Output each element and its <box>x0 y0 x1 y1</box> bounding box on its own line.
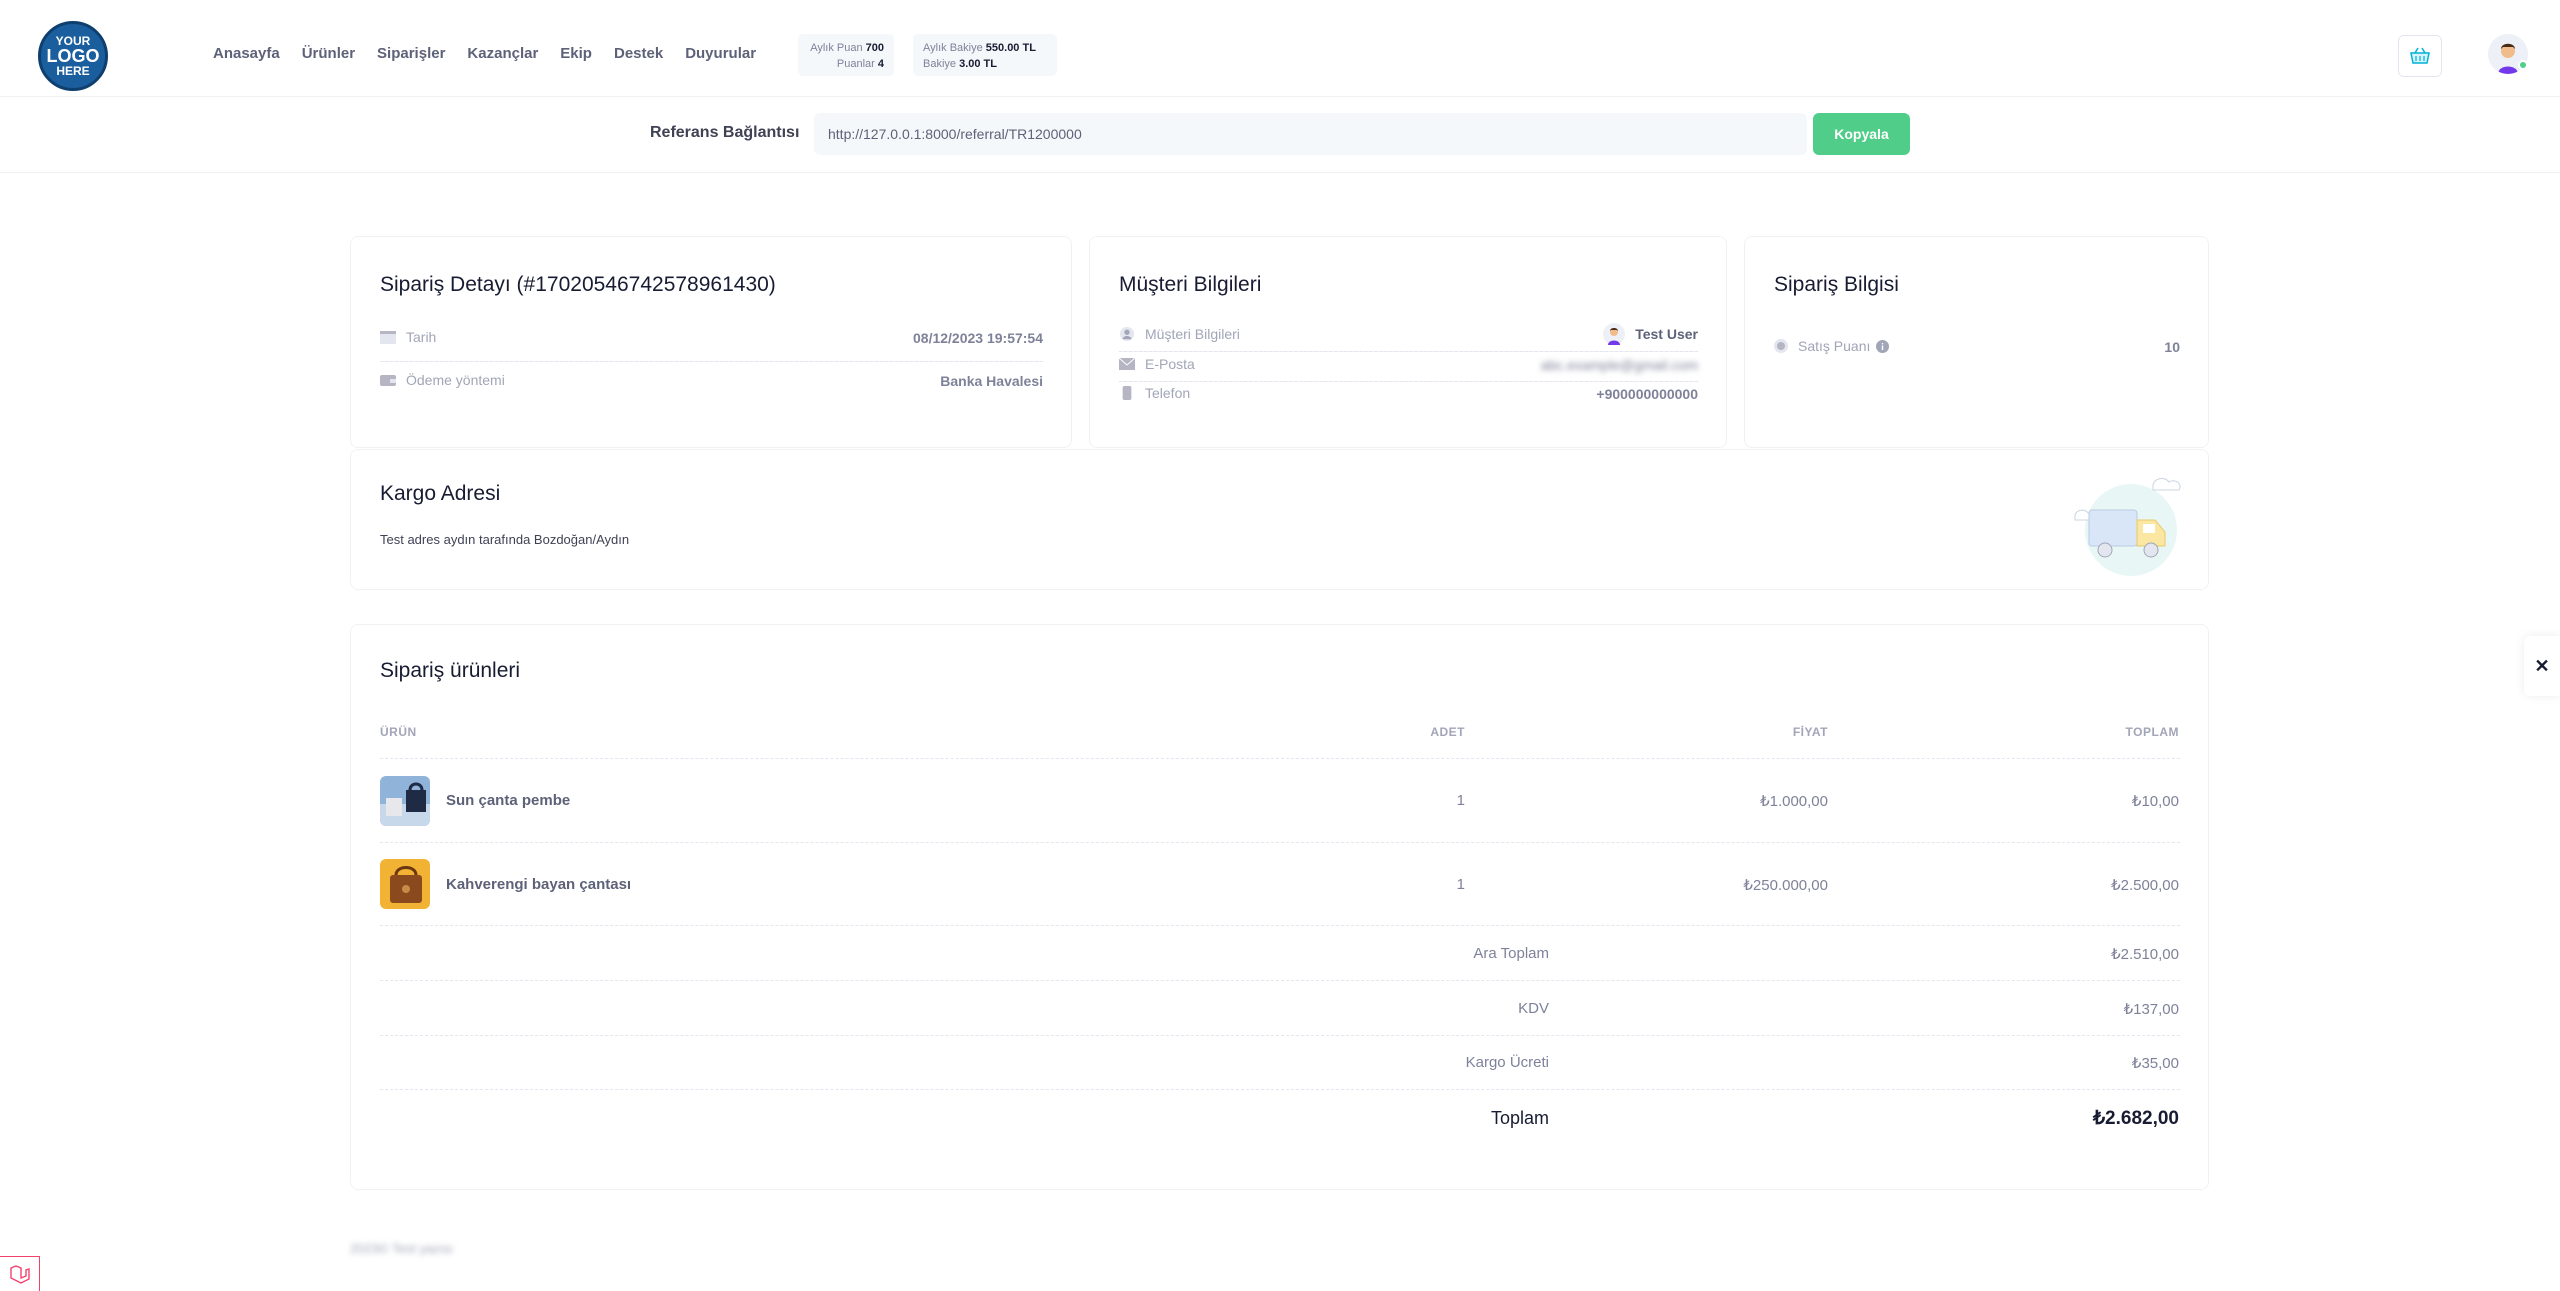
product-name[interactable]: Kahverengi bayan çantası <box>446 876 631 893</box>
calendar-icon <box>380 331 396 344</box>
bag-image <box>380 859 430 909</box>
footer-text: 2023© Test yazısı <box>350 1241 454 1256</box>
cart-button[interactable] <box>2398 35 2442 77</box>
points-stat: Aylık Puan 700 Puanlar 4 <box>798 34 894 76</box>
product-qty: 1 <box>1456 876 1465 893</box>
monthly-points-label: Aylık Puan <box>810 42 863 54</box>
shipping-address: Test adres aydın tarafında Bozdoğan/Aydı… <box>380 532 630 547</box>
points-value: 4 <box>877 58 884 70</box>
basket-icon <box>2410 47 2430 64</box>
info-icon[interactable] <box>1876 339 1890 353</box>
balance-label: Bakiye <box>923 58 957 70</box>
date-label: Tarih <box>406 329 437 345</box>
col-header-price: FİYAT <box>1792 725 1828 739</box>
vat-value: ₺137,00 <box>2123 1001 2179 1018</box>
bag-image <box>380 776 430 826</box>
col-header-total: TOPLAM <box>2125 725 2179 739</box>
phone-icon <box>1122 386 1132 400</box>
table-row-divider <box>380 1035 2180 1036</box>
customer-info-label: Müşteri Bilgileri <box>1145 326 1240 342</box>
top-header: YOUR LOGO HERE Anasayfa Ürünler Siparişl… <box>0 0 2560 97</box>
copy-button[interactable]: Kopyala <box>1813 113 1910 155</box>
table-row-divider <box>380 842 2180 843</box>
product-total: ₺2.500,00 <box>2111 877 2179 894</box>
product-thumbnail[interactable] <box>380 776 430 826</box>
divider <box>1119 381 1698 382</box>
order-detail-title: Sipariş Detayı (#17020546742578961430) <box>380 273 776 296</box>
shipping-fee-label: Kargo Ücreti <box>1465 1054 1549 1071</box>
products-title: Sipariş ürünleri <box>380 659 521 682</box>
divider <box>1119 351 1698 352</box>
product-name[interactable]: Sun çanta pembe <box>446 792 570 809</box>
logo[interactable]: YOUR LOGO HERE <box>38 21 108 91</box>
customer-email: abc.example@gmail.com <box>1540 357 1698 373</box>
user-icon <box>1120 327 1134 341</box>
monthly-balance-label: Aylık Bakiye <box>923 42 983 54</box>
vat-label: KDV <box>1518 1000 1549 1017</box>
sales-points-value: 10 <box>2164 339 2180 355</box>
sales-points-label: Satış Puanı <box>1798 338 1871 354</box>
customer-phone: +900000000000 <box>1596 386 1698 402</box>
nav-support[interactable]: Destek <box>614 45 663 62</box>
coin-icon <box>1774 339 1788 353</box>
close-button[interactable]: ✕ <box>2524 636 2560 696</box>
points-label: Puanlar <box>836 58 875 70</box>
debugbar-icon[interactable] <box>0 1256 40 1291</box>
payment-label: Ödeme yöntemi <box>406 372 505 388</box>
col-header-qty: ADET <box>1430 725 1465 739</box>
product-price: ₺1.000,00 <box>1760 793 1828 810</box>
table-row-divider <box>380 980 2180 981</box>
nav-home[interactable]: Anasayfa <box>213 45 280 62</box>
grand-total-label: Toplam <box>1490 1108 1549 1128</box>
balance-stat: Aylık Bakiye 550.00 TL Bakiye 3.00 TL <box>913 34 1057 76</box>
table-row-divider <box>380 925 2180 926</box>
balance-value: 3.00 TL <box>959 58 997 70</box>
order-date: 08/12/2023 19:57:54 <box>913 330 1043 346</box>
monthly-balance-value: 550.00 TL <box>985 42 1036 54</box>
order-products-card: Sipariş ürünleri <box>350 624 2209 1190</box>
col-header-product: ÜRÜN <box>380 725 417 739</box>
monthly-points-value: 700 <box>865 42 884 54</box>
logo-text-3: HERE <box>56 64 90 78</box>
delivery-truck-illustration <box>2074 478 2181 576</box>
shipping-address-card: Kargo Adresi Test adres aydın tarafında … <box>350 449 2209 590</box>
grand-total-value: ₺2.682,00 <box>2092 1108 2179 1129</box>
table-header-divider <box>380 758 2180 759</box>
customer-name[interactable]: Test User <box>1635 326 1698 342</box>
product-price: ₺250.000,00 <box>1743 877 1828 894</box>
shipping-title: Kargo Adresi <box>380 482 501 505</box>
customer-card: Müşteri Bilgileri Müşteri Bilgileri Test… <box>1089 236 1727 448</box>
main-nav: Anasayfa Ürünler Siparişler Kazançlar Ek… <box>213 45 778 62</box>
payment-method: Banka Havalesi <box>940 373 1043 389</box>
nav-orders[interactable]: Siparişler <box>377 45 445 62</box>
nav-products[interactable]: Ürünler <box>302 45 355 62</box>
nav-team[interactable]: Ekip <box>560 45 592 62</box>
phone-label: Telefon <box>1145 385 1191 401</box>
nav-announcements[interactable]: Duyurular <box>685 45 756 62</box>
order-detail-card: Sipariş Detayı (#17020546742578961430) T… <box>350 236 1072 448</box>
online-status-dot <box>2518 60 2528 70</box>
customer-title: Müşteri Bilgileri <box>1119 273 1262 296</box>
email-label: E-Posta <box>1145 356 1195 372</box>
logo-text-2: LOGO <box>46 46 100 66</box>
product-thumbnail[interactable] <box>380 859 430 909</box>
order-info-card: Sipariş Bilgisi Satış Puanı 10 <box>1744 236 2209 448</box>
nav-earnings[interactable]: Kazançlar <box>467 45 538 62</box>
referral-url-input[interactable] <box>814 113 1807 155</box>
product-total: ₺10,00 <box>2131 793 2179 810</box>
subtotal-label: Ara Toplam <box>1473 945 1549 962</box>
subtotal-value: ₺2.510,00 <box>2111 946 2179 963</box>
customer-avatar-icon <box>1603 323 1626 345</box>
shipping-fee-value: ₺35,00 <box>2131 1055 2179 1072</box>
envelope-icon <box>1119 357 1135 370</box>
order-info-title: Sipariş Bilgisi <box>1774 273 1899 296</box>
referral-bar: Referans Bağlantısı Kopyala <box>0 97 2560 173</box>
referral-label: Referans Bağlantısı <box>650 124 800 141</box>
wallet-icon <box>380 375 396 386</box>
table-row-divider <box>380 1089 2180 1090</box>
product-qty: 1 <box>1456 792 1465 809</box>
laravel-icon <box>9 1265 30 1284</box>
divider <box>380 361 1043 362</box>
